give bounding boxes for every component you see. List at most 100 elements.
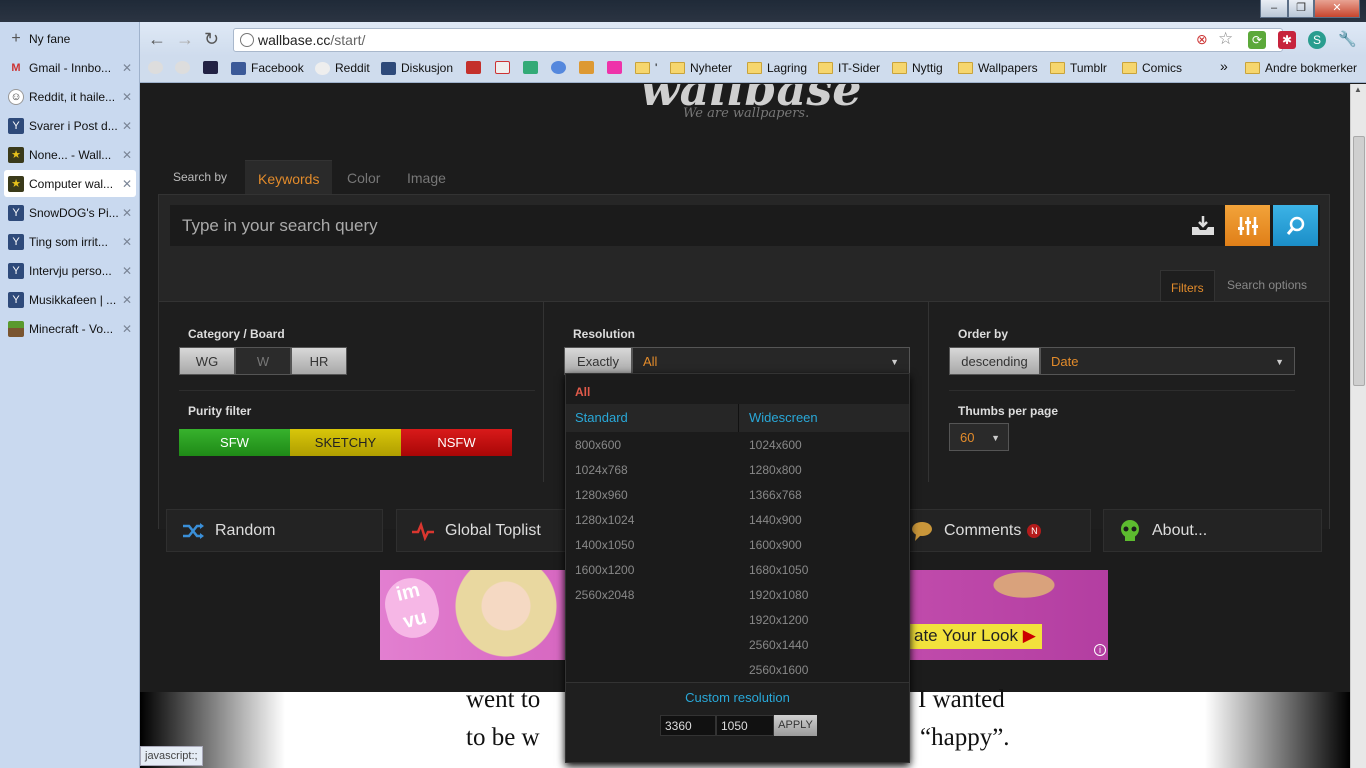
bookmark-star-icon[interactable]: ☆: [1218, 29, 1233, 49]
bookmark-youtube-icon[interactable]: [466, 61, 486, 74]
bookmark-reddit[interactable]: Reddit: [315, 61, 370, 75]
bookmark-circle-icon[interactable]: [551, 61, 571, 74]
tab-intervju[interactable]: Y Intervju perso... ✕: [4, 257, 136, 284]
bookmark-folder-blank[interactable]: ': [635, 61, 657, 75]
resolution-option[interactable]: 1920x1080: [749, 588, 808, 602]
close-tab-icon[interactable]: ✕: [120, 264, 134, 278]
filters-toggle-icon[interactable]: [1225, 205, 1270, 246]
resolution-mode-button[interactable]: Exactly: [564, 347, 632, 375]
custom-width-input[interactable]: [660, 715, 716, 736]
back-icon[interactable]: ←: [148, 30, 166, 48]
resolution-option[interactable]: 2560x1600: [749, 663, 808, 677]
custom-height-input[interactable]: [716, 715, 774, 736]
search-input[interactable]: [170, 205, 1320, 246]
ad-info-icon[interactable]: i: [1094, 644, 1106, 656]
bookmark-reddit-icon-1[interactable]: [148, 61, 168, 74]
bookmark-folder-tumblr[interactable]: Tumblr: [1050, 61, 1107, 75]
scrollbar-thumb[interactable]: [1353, 136, 1365, 386]
close-tab-icon[interactable]: ✕: [120, 322, 134, 336]
new-tab-button[interactable]: + Ny fane: [4, 25, 136, 52]
tab-minecraft[interactable]: Minecraft - Vo... ✕: [4, 315, 136, 342]
bookmarks-overflow-chevron[interactable]: »: [1220, 58, 1228, 74]
bookmark-folder-wallpapers[interactable]: Wallpapers: [958, 61, 1038, 75]
random-button[interactable]: Random: [166, 509, 383, 552]
minimize-button[interactable]: –: [1260, 0, 1288, 18]
bookmark-burger-icon[interactable]: [579, 61, 599, 74]
resolution-option[interactable]: 800x600: [575, 438, 621, 452]
reload-icon[interactable]: ↻: [204, 30, 219, 48]
category-hr-button[interactable]: HR: [291, 347, 347, 375]
bookmark-facebook[interactable]: Facebook: [231, 61, 304, 75]
tab-ting[interactable]: Y Ting som irrit... ✕: [4, 228, 136, 255]
forward-icon[interactable]: →: [176, 30, 194, 48]
resolution-option[interactable]: 1440x900: [749, 513, 802, 527]
global-toplist-button[interactable]: Global Toplist: [396, 509, 566, 552]
extension-red-icon[interactable]: ✱: [1278, 31, 1296, 49]
tab-image[interactable]: Image: [394, 160, 459, 194]
order-field-select[interactable]: Date ▼: [1040, 347, 1295, 375]
purity-sketchy-button[interactable]: SKETCHY: [290, 429, 401, 456]
scroll-up-icon[interactable]: ▲: [1354, 85, 1362, 94]
bookmark-folder-comics[interactable]: Comics: [1122, 61, 1182, 75]
resolution-option[interactable]: 1600x1200: [575, 563, 634, 577]
wrench-icon[interactable]: 🔧: [1338, 31, 1357, 49]
bookmark-folder-nyttig[interactable]: Nyttig: [892, 61, 943, 75]
resolution-option[interactable]: 1680x1050: [749, 563, 808, 577]
close-tab-icon[interactable]: ✕: [120, 293, 134, 307]
tab-keywords[interactable]: Keywords: [245, 160, 333, 194]
bookmark-reddit-icon-2[interactable]: [175, 61, 195, 74]
thumbs-per-page-select[interactable]: 60 ▼: [949, 423, 1009, 451]
resolution-option[interactable]: 1280x960: [575, 488, 628, 502]
tab-search-options[interactable]: Search options: [1217, 268, 1317, 302]
maximize-button[interactable]: ❐: [1288, 0, 1314, 18]
extension-s-icon[interactable]: S: [1308, 31, 1326, 49]
close-tab-icon[interactable]: ✕: [120, 61, 134, 75]
tab-filters[interactable]: Filters: [1160, 270, 1215, 305]
close-tab-icon[interactable]: ✕: [120, 206, 134, 220]
resolution-option[interactable]: 2560x2048: [575, 588, 634, 602]
tab-svarer[interactable]: Y Svarer i Post d... ✕: [4, 112, 136, 139]
close-tab-icon[interactable]: ✕: [120, 119, 134, 133]
bookmark-folder-lagring[interactable]: Lagring: [747, 61, 807, 75]
category-w-button[interactable]: W: [235, 347, 291, 375]
tab-gmail[interactable]: M Gmail - Innbo... ✕: [4, 54, 136, 81]
blocked-content-icon[interactable]: ⊗: [1196, 31, 1208, 48]
resolution-option[interactable]: 1024x768: [575, 463, 628, 477]
ad-cta[interactable]: ate Your Look ▶: [908, 624, 1042, 649]
resolution-option-all[interactable]: All: [575, 385, 590, 399]
bookmark-avatar-icon[interactable]: [203, 61, 223, 74]
resolution-option[interactable]: 1280x800: [749, 463, 802, 477]
close-window-button[interactable]: ✕: [1314, 0, 1360, 18]
search-icon[interactable]: [1273, 205, 1318, 246]
resolution-option[interactable]: 1280x1024: [575, 513, 634, 527]
purity-nsfw-button[interactable]: NSFW: [401, 429, 512, 456]
close-tab-icon[interactable]: ✕: [120, 148, 134, 162]
tab-musikkafeen[interactable]: Y Musikkafeen | ... ✕: [4, 286, 136, 313]
tab-color[interactable]: Color: [334, 160, 393, 194]
extension-green-icon[interactable]: ⟳: [1248, 31, 1266, 49]
bookmark-gmail-icon[interactable]: [495, 61, 515, 74]
resolution-option[interactable]: 1600x900: [749, 538, 802, 552]
close-tab-icon[interactable]: ✕: [120, 177, 134, 191]
bookmark-folder-nyheter[interactable]: Nyheter: [670, 61, 732, 75]
tab-wallbase-none[interactable]: ★ None... - Wall... ✕: [4, 141, 136, 168]
order-direction-button[interactable]: descending: [949, 347, 1040, 375]
comments-button[interactable]: Comments N: [904, 509, 1091, 552]
close-tab-icon[interactable]: ✕: [120, 90, 134, 104]
bookmark-grid-icon[interactable]: [523, 61, 543, 74]
download-tray-icon[interactable]: [1180, 205, 1225, 246]
address-bar[interactable]: wallbase.cc/start/ ⊗ ☆: [233, 28, 1283, 52]
resolution-option[interactable]: 1366x768: [749, 488, 802, 502]
tab-reddit[interactable]: ☺ Reddit, it haile... ✕: [4, 83, 136, 110]
bookmark-heart-icon[interactable]: [607, 61, 627, 74]
resolution-option[interactable]: 2560x1440: [749, 638, 808, 652]
tab-snowdog[interactable]: Y SnowDOG's Pi... ✕: [4, 199, 136, 226]
tab-computer-wallpapers[interactable]: ★ Computer wal... ✕: [4, 170, 136, 197]
purity-sfw-button[interactable]: SFW: [179, 429, 290, 456]
resolution-option[interactable]: 1400x1050: [575, 538, 634, 552]
resolution-option[interactable]: 1920x1200: [749, 613, 808, 627]
resolution-option[interactable]: 1024x600: [749, 438, 802, 452]
page-scrollbar[interactable]: ▲: [1350, 84, 1366, 768]
close-tab-icon[interactable]: ✕: [120, 235, 134, 249]
bookmark-folder-other[interactable]: Andre bokmerker: [1245, 61, 1357, 75]
